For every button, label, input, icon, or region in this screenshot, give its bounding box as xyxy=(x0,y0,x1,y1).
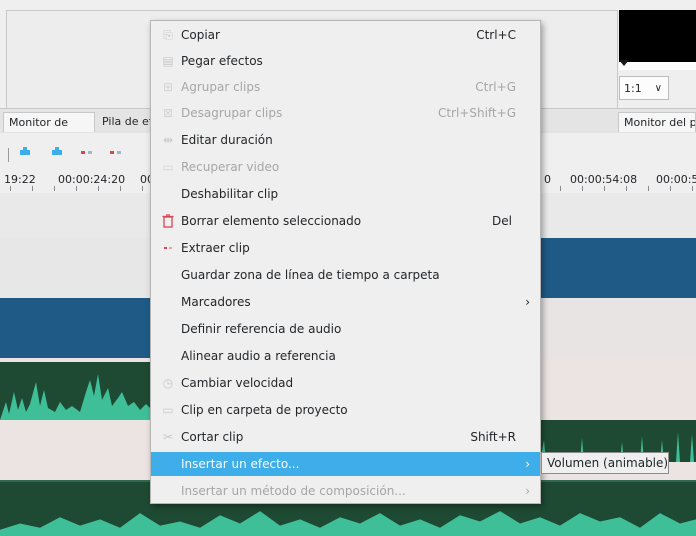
menu-item-label: Desagrupar clips xyxy=(181,106,283,120)
menu-item-borrar-elemento[interactable]: Borrar elemento seleccionado Del xyxy=(151,209,540,233)
menu-item-shortcut: Ctrl+Shift+G xyxy=(437,106,516,120)
menu-item-clip-en-carpeta[interactable]: ▭ Clip en carpeta de proyecto xyxy=(151,398,540,422)
playhead-marker-icon[interactable] xyxy=(619,60,629,66)
folder-icon: ▭ xyxy=(162,403,174,417)
chevron-down-icon: ∨ xyxy=(654,83,662,94)
chevron-right-icon: › xyxy=(525,295,530,309)
menu-item-label: Recuperar video xyxy=(181,160,280,174)
cut-icon: ✂ xyxy=(162,430,174,444)
lift-icon xyxy=(81,151,85,154)
timecode-label: 00:00:5 xyxy=(656,173,696,186)
menu-item-label: Clip en carpeta de proyecto xyxy=(181,403,348,417)
video-clip[interactable] xyxy=(540,238,696,298)
submenu-item-volumen[interactable]: Volumen (animable) xyxy=(545,454,670,472)
tab-project-monitor[interactable]: Monitor del pr xyxy=(618,112,696,132)
menu-item-copiar[interactable]: ⎘ Copiar Ctrl+C xyxy=(151,23,540,47)
timecode-label: 00:00:54:08 xyxy=(570,173,638,186)
menu-item-label: Agrupar clips xyxy=(181,80,261,94)
tab-effect-stack[interactable]: Pila de ef xyxy=(97,112,152,132)
menu-item-shortcut: Del xyxy=(492,214,512,228)
menu-item-cambiar-velocidad[interactable]: ◷ Cambiar velocidad xyxy=(151,371,540,395)
menu-item-label: Insertar un método de composición... xyxy=(181,484,406,498)
duration-icon: ⇹ xyxy=(162,133,174,147)
menu-item-label: Deshabilitar clip xyxy=(181,187,279,201)
menu-item-label: Copiar xyxy=(181,28,220,42)
menu-item-label: Editar duración xyxy=(181,133,273,147)
menu-item-editar-duracion[interactable]: ⇹ Editar duración xyxy=(151,128,540,152)
menu-item-desagrupar-clips[interactable]: ⊠ Desagrupar clips Ctrl+Shift+G xyxy=(151,101,540,125)
ruler-tick xyxy=(10,186,11,191)
timecode-label: 19:22 xyxy=(4,173,36,186)
timeline-tool-icons[interactable] xyxy=(18,146,128,160)
menu-item-extraer-clip[interactable]: Extraer clip xyxy=(151,236,540,260)
menu-item-label: Borrar elemento seleccionado xyxy=(181,214,362,228)
menu-item-label: Extraer clip xyxy=(181,241,250,255)
toolbar-separator xyxy=(8,148,9,162)
monitor-seek-bar[interactable] xyxy=(619,62,696,70)
ruler-tick xyxy=(32,186,33,191)
menu-item-shortcut: Ctrl+C xyxy=(476,28,516,42)
zoom-select[interactable]: 1:1 ∨ xyxy=(619,76,669,100)
menu-item-alinear-audio[interactable]: Alinear audio a referencia xyxy=(151,344,540,368)
menu-item-label: Guardar zona de línea de tiempo a carpet… xyxy=(181,268,440,282)
timecode-label: 00:00:24:20 xyxy=(58,173,126,186)
menu-item-label: Cambiar velocidad xyxy=(181,376,294,390)
ruler-tick xyxy=(670,186,671,191)
menu-item-label: Pegar efectos xyxy=(181,54,263,68)
menu-item-definir-referencia-audio[interactable]: Definir referencia de audio xyxy=(151,317,540,341)
ruler-tick xyxy=(626,186,627,191)
ruler-tick xyxy=(560,186,561,191)
ruler-tick xyxy=(142,186,143,191)
restore-video-icon: ▭ xyxy=(162,160,174,174)
menu-item-label: Alinear audio a referencia xyxy=(181,349,336,363)
group-icon: ⊞ xyxy=(162,80,174,94)
menu-item-insertar-composicion[interactable]: Insertar un método de composición... › xyxy=(151,479,540,503)
menu-item-guardar-zona[interactable]: Guardar zona de línea de tiempo a carpet… xyxy=(151,263,540,287)
menu-item-pegar-efectos[interactable]: ▤ Pegar efectos xyxy=(151,49,540,73)
ruler-tick xyxy=(98,186,99,191)
effect-submenu: Volumen (animable) xyxy=(541,452,669,474)
audio-clip[interactable] xyxy=(0,362,150,420)
menu-item-deshabilitar-clip[interactable]: Deshabilitar clip xyxy=(151,182,540,206)
ruler-tick xyxy=(120,186,121,191)
ruler-tick xyxy=(604,186,605,191)
context-menu: ⎘ Copiar Ctrl+C ▤ Pegar efectos ⊞ Agrupa… xyxy=(150,20,541,504)
menu-item-label: Marcadores xyxy=(181,295,251,309)
menu-item-shortcut: Shift+R xyxy=(470,430,516,444)
video-track-3-empty[interactable] xyxy=(540,298,696,358)
paste-icon: ▤ xyxy=(162,54,174,68)
ruler-tick xyxy=(76,186,77,191)
menu-item-label: Cortar clip xyxy=(181,430,244,444)
monitor-preview xyxy=(619,10,696,62)
menu-item-cortar-clip[interactable]: ✂ Cortar clip Shift+R xyxy=(151,425,540,449)
chevron-right-icon: › xyxy=(525,457,530,471)
ruler-tick xyxy=(582,186,583,191)
trash-icon xyxy=(161,214,175,228)
audio-waveform xyxy=(0,374,150,420)
tab-clip-monitor[interactable]: Monitor de clips xyxy=(3,112,95,149)
menu-item-shortcut: Ctrl+G xyxy=(475,80,516,94)
ruler-tick xyxy=(648,186,649,191)
chevron-right-icon: › xyxy=(525,484,530,498)
menu-item-agrupar-clips[interactable]: ⊞ Agrupar clips Ctrl+G xyxy=(151,75,540,99)
ruler-tick xyxy=(54,186,55,191)
copy-icon: ⎘ xyxy=(163,28,173,42)
ruler-tick xyxy=(692,186,693,191)
timecode-label: 0 xyxy=(544,173,551,186)
extract-icon xyxy=(161,241,175,255)
menu-item-insertar-efecto[interactable]: Insertar un efecto... › xyxy=(151,452,540,476)
menu-item-recuperar-video[interactable]: ▭ Recuperar video xyxy=(151,155,540,179)
speed-icon: ◷ xyxy=(162,376,174,390)
menu-item-marcadores[interactable]: Marcadores › xyxy=(151,290,540,314)
ungroup-icon: ⊠ xyxy=(162,106,174,120)
zoom-value: 1:1 xyxy=(624,82,642,95)
menu-item-label: Insertar un efecto... xyxy=(181,457,300,471)
menu-item-label: Definir referencia de audio xyxy=(181,322,342,336)
extract-tool-icon xyxy=(110,151,114,154)
